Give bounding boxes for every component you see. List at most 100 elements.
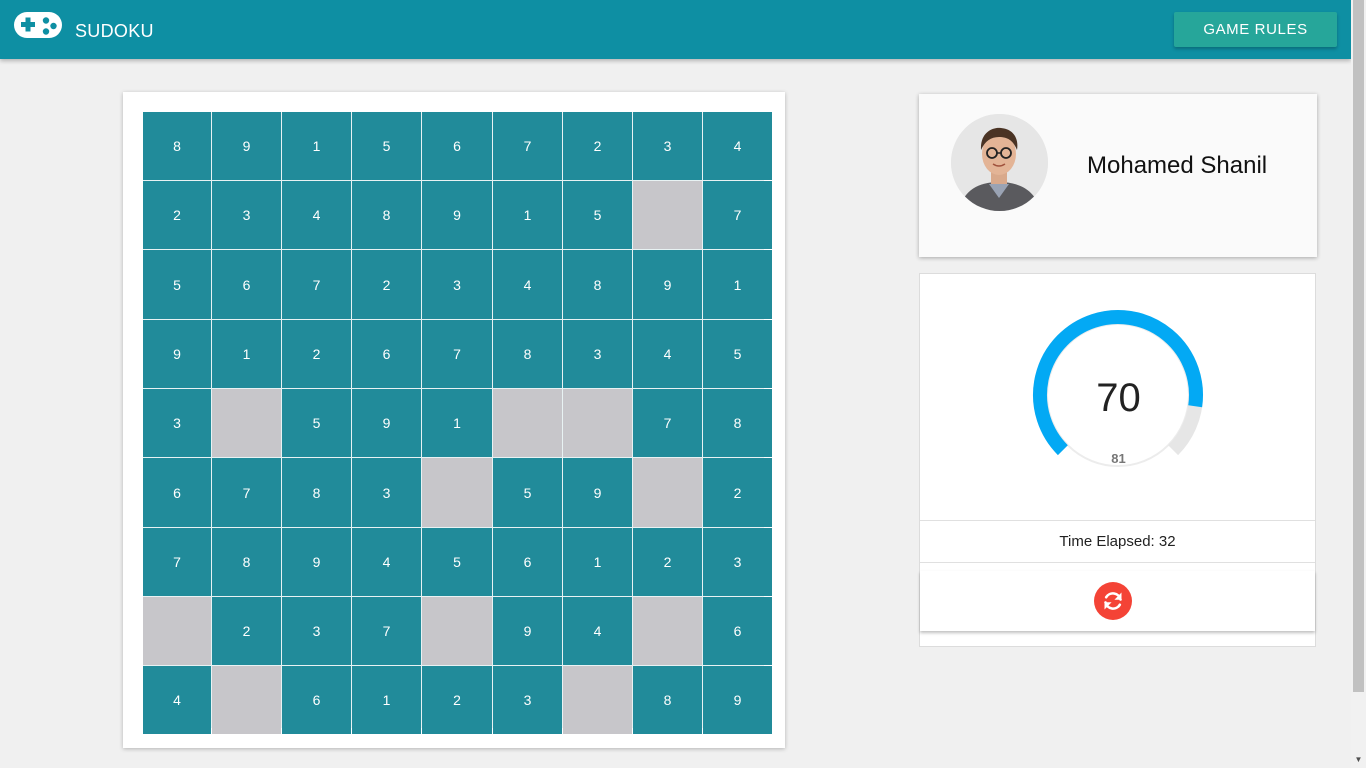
sudoku-cell: 3 — [422, 250, 492, 319]
reset-button[interactable] — [1094, 582, 1132, 620]
sudoku-cell: 4 — [563, 597, 632, 665]
sudoku-cell: 2 — [563, 112, 632, 180]
game-rules-button[interactable]: GAME RULES — [1174, 12, 1337, 47]
sudoku-cell: 8 — [563, 250, 632, 319]
player-name: Mohamed Shanil — [1087, 152, 1268, 179]
sudoku-cell: 8 — [143, 112, 211, 180]
sudoku-cell: 6 — [422, 112, 492, 180]
sudoku-cell: 7 — [143, 528, 211, 596]
sudoku-cell: 2 — [422, 666, 492, 734]
sudoku-cell: 1 — [422, 389, 492, 457]
sudoku-cell: 1 — [493, 181, 562, 249]
sudoku-cell-empty[interactable] — [493, 389, 562, 457]
sudoku-cell-empty[interactable] — [633, 597, 702, 665]
sudoku-cell: 8 — [633, 666, 702, 734]
sudoku-cell: 8 — [493, 320, 562, 388]
sudoku-cell: 7 — [703, 181, 772, 249]
sudoku-cell-empty[interactable] — [563, 389, 632, 457]
gauge-max: 81 — [1111, 451, 1126, 466]
sudoku-cell-empty[interactable] — [212, 389, 281, 457]
sudoku-cell: 6 — [352, 320, 421, 388]
sudoku-cell: 9 — [493, 597, 562, 665]
sudoku-cell: 8 — [212, 528, 281, 596]
gauge-value: 70 — [1096, 376, 1141, 420]
sudoku-cell: 5 — [422, 528, 492, 596]
sudoku-cell-empty[interactable] — [212, 666, 281, 734]
sudoku-cell: 8 — [703, 389, 772, 457]
sudoku-cell: 9 — [143, 320, 211, 388]
sudoku-cell: 9 — [422, 181, 492, 249]
sudoku-cell: 9 — [282, 528, 351, 596]
sudoku-cell: 1 — [212, 320, 281, 388]
sudoku-cell: 7 — [422, 320, 492, 388]
sudoku-cell: 1 — [282, 112, 351, 180]
sudoku-cell-empty[interactable] — [633, 181, 702, 249]
time-elapsed-label: Time Elapsed: 32 — [1059, 533, 1176, 550]
gamepad-icon — [14, 12, 62, 38]
sudoku-cell: 3 — [493, 666, 562, 734]
sudoku-cell: 8 — [282, 458, 351, 527]
sudoku-cell-empty[interactable] — [422, 458, 492, 527]
sudoku-cell: 4 — [282, 181, 351, 249]
sudoku-cell: 2 — [703, 458, 772, 527]
sudoku-cell: 6 — [282, 666, 351, 734]
sudoku-cell: 4 — [352, 528, 421, 596]
sudoku-cell: 6 — [493, 528, 562, 596]
sudoku-cell: 4 — [493, 250, 562, 319]
sudoku-cell: 3 — [143, 389, 211, 457]
sudoku-board-card: 8915672342348915756723489191267834535917… — [123, 92, 785, 748]
sudoku-cell-empty[interactable] — [633, 458, 702, 527]
reset-panel — [920, 571, 1315, 631]
sudoku-cell: 3 — [703, 528, 772, 596]
sudoku-cell: 1 — [703, 250, 772, 319]
sudoku-cell: 3 — [352, 458, 421, 527]
sudoku-cell: 1 — [352, 666, 421, 734]
sudoku-cell: 7 — [493, 112, 562, 180]
sudoku-cell: 3 — [563, 320, 632, 388]
sudoku-cell: 9 — [703, 666, 772, 734]
scrollbar-thumb[interactable] — [1353, 0, 1364, 692]
sudoku-cell: 6 — [703, 597, 772, 665]
scroll-down-arrow-icon[interactable]: ▼ — [1353, 755, 1364, 765]
sudoku-cell: 7 — [282, 250, 351, 319]
sudoku-cell-empty[interactable] — [563, 666, 632, 734]
sudoku-cell: 6 — [143, 458, 211, 527]
sudoku-cell: 7 — [633, 389, 702, 457]
timer-card: 70 81 Time Elapsed: 32 — [919, 273, 1316, 647]
sudoku-cell: 4 — [703, 112, 772, 180]
sudoku-cell: 5 — [282, 389, 351, 457]
sudoku-cell: 4 — [143, 666, 211, 734]
sudoku-cell: 2 — [143, 181, 211, 249]
sudoku-cell: 7 — [352, 597, 421, 665]
sudoku-cell: 4 — [633, 320, 702, 388]
avatar-portrait-icon — [951, 114, 1048, 211]
sudoku-cell: 9 — [212, 112, 281, 180]
app-title: SUDOKU — [75, 21, 154, 41]
sudoku-cell: 3 — [212, 181, 281, 249]
sudoku-cell: 5 — [352, 112, 421, 180]
sudoku-cell: 9 — [563, 458, 632, 527]
sudoku-cell: 6 — [212, 250, 281, 319]
sudoku-cell-empty[interactable] — [422, 597, 492, 665]
sudoku-cell-empty[interactable] — [143, 597, 211, 665]
sudoku-cell: 8 — [352, 181, 421, 249]
sudoku-cell: 5 — [703, 320, 772, 388]
sudoku-cell: 2 — [212, 597, 281, 665]
sudoku-cell: 7 — [212, 458, 281, 527]
sudoku-cell: 5 — [563, 181, 632, 249]
sudoku-cell: 1 — [563, 528, 632, 596]
sudoku-grid: 8915672342348915756723489191267834535917… — [143, 112, 772, 734]
app-bar: SUDOKU GAME RULES — [0, 0, 1351, 59]
sudoku-cell: 9 — [352, 389, 421, 457]
sudoku-cell: 2 — [352, 250, 421, 319]
time-elapsed-row: Time Elapsed: 32 — [920, 520, 1315, 563]
player-profile-card: Mohamed Shanil — [919, 94, 1317, 257]
refresh-icon — [1104, 592, 1122, 610]
sudoku-cell: 2 — [282, 320, 351, 388]
sudoku-cell: 2 — [633, 528, 702, 596]
player-avatar — [951, 114, 1048, 211]
sudoku-cell: 5 — [493, 458, 562, 527]
sudoku-cell: 3 — [633, 112, 702, 180]
sudoku-cell: 9 — [633, 250, 702, 319]
sudoku-cell: 3 — [282, 597, 351, 665]
